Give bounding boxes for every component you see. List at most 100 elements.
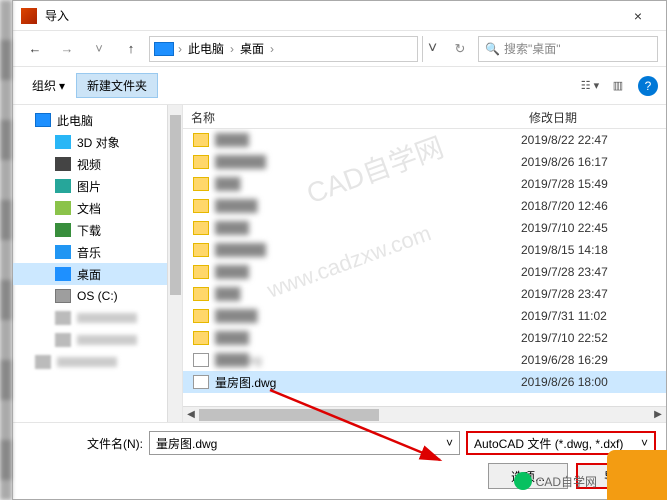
- file-icon: [193, 353, 209, 367]
- sidebar-item[interactable]: [13, 329, 182, 351]
- chevron-right-icon: ›: [176, 42, 184, 56]
- file-row[interactable]: ██████2019/8/15 14:18: [183, 239, 666, 261]
- file-name: ████vg: [215, 353, 521, 367]
- help-button[interactable]: ?: [638, 76, 658, 96]
- crumb-desktop[interactable]: 桌面: [238, 40, 266, 57]
- folder-icon: [193, 221, 209, 235]
- filename-input[interactable]: 量房图.dwg ˅: [149, 431, 460, 455]
- view-mode-button[interactable]: ☷ ▾: [576, 75, 604, 97]
- tree-label: 此电脑: [57, 112, 93, 129]
- back-button[interactable]: ←: [21, 36, 49, 62]
- file-name: ████: [215, 331, 521, 345]
- crumb-pc[interactable]: 此电脑: [186, 40, 226, 57]
- path-dropdown[interactable]: ˅: [422, 36, 442, 62]
- refresh-button[interactable]: ↻: [446, 36, 474, 62]
- column-date[interactable]: 修改日期: [521, 105, 666, 128]
- recent-dropdown[interactable]: ˅: [85, 36, 113, 62]
- tree-icon: [55, 179, 71, 193]
- tree-label: 下载: [77, 222, 101, 239]
- file-row[interactable]: 量房图.dwg2019/8/26 18:00: [183, 371, 666, 393]
- sidebar-item[interactable]: 图片: [13, 175, 182, 197]
- folder-icon: [193, 133, 209, 147]
- file-row[interactable]: ████vg2019/6/28 16:29: [183, 349, 666, 371]
- file-date: 2019/8/22 22:47: [521, 133, 666, 147]
- new-folder-button[interactable]: 新建文件夹: [76, 73, 158, 98]
- tree-label: [57, 357, 117, 367]
- file-date: 2019/8/26 16:17: [521, 155, 666, 169]
- wechat-icon: [514, 472, 532, 490]
- tree-icon: [55, 157, 71, 171]
- column-name[interactable]: 名称: [183, 105, 521, 128]
- scroll-left-icon[interactable]: ◀: [183, 407, 199, 422]
- sidebar-item[interactable]: [13, 351, 182, 373]
- file-name: ██████: [215, 155, 521, 169]
- app-icon: [21, 8, 37, 24]
- breadcrumb[interactable]: › 此电脑 › 桌面 ›: [149, 36, 418, 62]
- folder-icon: [193, 287, 209, 301]
- file-row[interactable]: █████2018/7/20 12:46: [183, 195, 666, 217]
- file-name: ███: [215, 177, 521, 191]
- forward-button[interactable]: →: [53, 36, 81, 62]
- file-date: 2019/7/28 15:49: [521, 177, 666, 191]
- sidebar-item[interactable]: [13, 307, 182, 329]
- file-row[interactable]: ████2019/8/22 22:47: [183, 129, 666, 151]
- sidebar-item[interactable]: 桌面: [13, 263, 182, 285]
- file-name: ████: [215, 133, 521, 147]
- sidebar-item[interactable]: 音乐: [13, 241, 182, 263]
- tree-icon: [55, 135, 71, 149]
- file-name: █████: [215, 309, 521, 323]
- tree-icon: [35, 113, 51, 127]
- chevron-right-icon: ›: [268, 42, 276, 56]
- file-name: ████: [215, 265, 521, 279]
- sidebar-item[interactable]: 视频: [13, 153, 182, 175]
- file-date: 2018/7/20 12:46: [521, 199, 666, 213]
- sidebar-item[interactable]: 此电脑: [13, 109, 182, 131]
- folder-icon: [193, 331, 209, 345]
- filename-label: 文件名(N):: [23, 435, 143, 452]
- file-row[interactable]: ████2019/7/28 23:47: [183, 261, 666, 283]
- organize-button[interactable]: 组织 ▾: [21, 73, 76, 98]
- tree-icon: [55, 333, 71, 347]
- file-name: ████: [215, 221, 521, 235]
- file-row[interactable]: ████2019/7/10 22:45: [183, 217, 666, 239]
- search-input[interactable]: 🔍 搜索"桌面": [478, 36, 658, 62]
- file-list: CAD自学网 www.cadzxw.com ████2019/8/22 22:4…: [183, 129, 666, 406]
- file-date: 2019/7/28 23:47: [521, 265, 666, 279]
- file-date: 2019/6/28 16:29: [521, 353, 666, 367]
- folder-icon: [193, 243, 209, 257]
- file-name: ██████: [215, 243, 521, 257]
- file-row[interactable]: ███2019/7/28 15:49: [183, 173, 666, 195]
- file-date: 2019/7/10 22:45: [521, 221, 666, 235]
- chevron-down-icon[interactable]: ˅: [446, 436, 453, 450]
- sidebar-item[interactable]: 文档: [13, 197, 182, 219]
- up-button[interactable]: ↑: [117, 36, 145, 62]
- file-scrollbar-h[interactable]: ◀ ▶: [183, 406, 666, 422]
- file-row[interactable]: ███2019/7/28 23:47: [183, 283, 666, 305]
- file-row[interactable]: █████2019/7/31 11:02: [183, 305, 666, 327]
- tree-icon: [55, 201, 71, 215]
- sidebar-scrollbar[interactable]: [167, 105, 182, 422]
- scroll-right-icon[interactable]: ▶: [650, 407, 666, 422]
- tree-label: 视频: [77, 156, 101, 173]
- file-row[interactable]: ████2019/7/10 22:52: [183, 327, 666, 349]
- close-button[interactable]: ×: [618, 8, 658, 24]
- folder-icon: [193, 177, 209, 191]
- file-date: 2019/7/10 22:52: [521, 331, 666, 345]
- file-date: 2019/8/26 18:00: [521, 375, 666, 389]
- tree-label: [77, 335, 137, 345]
- tree-label: 图片: [77, 178, 101, 195]
- file-name: 量房图.dwg: [215, 374, 521, 391]
- drive-icon: [154, 42, 174, 56]
- tree-icon: [35, 355, 51, 369]
- sidebar-item[interactable]: 下载: [13, 219, 182, 241]
- file-row[interactable]: ██████2019/8/26 16:17: [183, 151, 666, 173]
- sidebar-item[interactable]: OS (C:): [13, 285, 182, 307]
- preview-pane-button[interactable]: ▥: [604, 75, 632, 97]
- tree-label: 音乐: [77, 244, 101, 261]
- sidebar-item[interactable]: 3D 对象: [13, 131, 182, 153]
- folder-icon: [193, 199, 209, 213]
- chevron-down-icon[interactable]: ˅: [641, 436, 648, 450]
- file-name: █████: [215, 199, 521, 213]
- chevron-down-icon: ▾: [59, 79, 65, 93]
- tree-icon: [55, 267, 71, 281]
